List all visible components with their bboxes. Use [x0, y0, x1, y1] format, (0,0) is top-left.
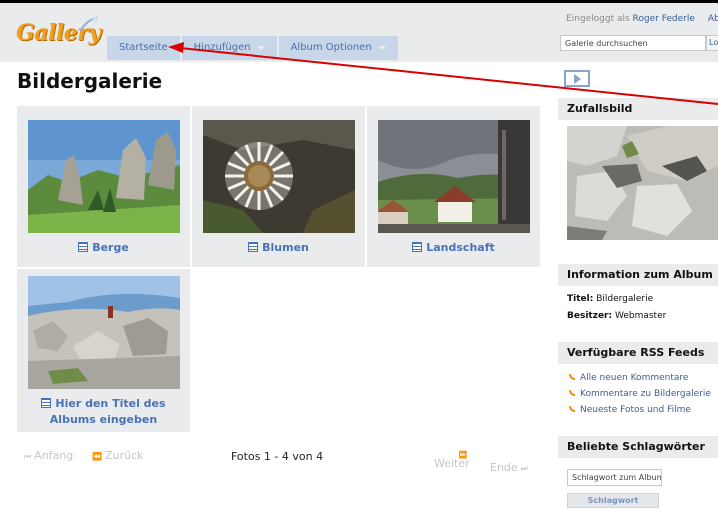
album-icon	[78, 242, 89, 252]
info-owner-label: Besitzer:	[567, 311, 613, 321]
rss-icon	[569, 374, 575, 380]
pager-next: ⏩ Weiter	[434, 451, 470, 470]
album-title-link[interactable]: Hier den Titel des Albums eingeben	[17, 396, 190, 428]
album-thumbnail-image[interactable]	[28, 276, 180, 389]
album-card[interactable]: Hier den Titel des Albums eingeben	[17, 269, 190, 432]
user-link[interactable]: Roger Federle	[633, 14, 695, 24]
sidebar: Zufallsbild Information zum Album Titel:…	[558, 62, 718, 509]
logout-link[interactable]: Abmelden	[708, 14, 718, 24]
album-info-title: Information zum Album	[558, 264, 718, 286]
chevron-down-icon	[256, 46, 265, 50]
album-thumbnail-image[interactable]	[28, 120, 180, 233]
nav-label: Album Optionen	[290, 42, 372, 53]
popular-tags-title: Beliebte Schlagwörter	[558, 436, 718, 458]
rss-icon	[569, 406, 575, 412]
search-button[interactable]: Login	[706, 35, 718, 51]
login-prefix: Eingeloggt als	[566, 14, 630, 24]
nav-hinzufuegen[interactable]: Hinzufügen	[181, 36, 277, 60]
nav-label: Startseite	[119, 42, 168, 53]
album-card[interactable]: Blumen	[192, 106, 365, 267]
rss-icon	[569, 390, 575, 396]
random-image-title: Zufallsbild	[558, 98, 718, 120]
info-title-label: Titel:	[567, 294, 594, 304]
slideshow-icon[interactable]	[564, 70, 590, 87]
rss-link-label: Neueste Fotos und Filme	[580, 405, 691, 415]
album-icon	[41, 398, 52, 408]
pager-last-label: Ende	[490, 461, 518, 474]
login-status: Eingeloggt als Roger Federle Abmelden	[566, 14, 718, 24]
album-title: Berge	[92, 241, 129, 254]
gallery-logo[interactable]: Gallery	[16, 17, 101, 51]
rss-link-label: Alle neuen Kommentare	[580, 373, 689, 383]
album-title: Hier den Titel des Albums eingeben	[49, 397, 166, 426]
pager-prev-label: Zurück	[104, 449, 144, 462]
album-title-link[interactable]: Berge	[17, 240, 190, 256]
album-title: Blumen	[262, 241, 309, 254]
nav-label: Hinzufügen	[193, 42, 251, 53]
rss-link[interactable]: Neueste Fotos und Filme	[569, 405, 691, 415]
add-tag-button[interactable]: Schlagwort hinzufügen	[567, 493, 659, 508]
first-page-icon: ⏮	[24, 452, 32, 461]
tag-input[interactable]	[567, 469, 662, 486]
pager-last: Ende ⏭	[490, 461, 531, 474]
album-info-owner-line: Besitzer: Webmaster	[567, 311, 666, 321]
pager-next-label: Weiter	[434, 457, 470, 470]
album-icon	[248, 242, 259, 252]
album-title: Landschaft	[426, 241, 495, 254]
info-title-value: Bildergalerie	[596, 294, 654, 304]
album-icon	[412, 242, 423, 252]
info-owner-value: Webmaster	[614, 311, 667, 321]
page-title: Bildergalerie	[17, 69, 163, 93]
main-nav: Startseite Hinzufügen Album Optionen	[107, 36, 398, 60]
rss-link-label: Kommentare zu Bildergalerie	[580, 389, 711, 399]
album-thumbnail-image[interactable]	[378, 120, 530, 233]
pager-first-label: Anfang	[34, 449, 74, 462]
last-page-icon: ⏭	[520, 464, 528, 473]
album-thumbnail-image[interactable]	[203, 120, 355, 233]
search-input[interactable]	[560, 35, 706, 51]
album-title-link[interactable]: Blumen	[192, 240, 365, 256]
rss-link[interactable]: Alle neuen Kommentare	[569, 373, 688, 383]
pager-prev: ⏪ Zurück	[92, 449, 143, 462]
header-bar: Gallery Startseite Hinzufügen Album Opti…	[0, 0, 718, 62]
pager-status: Fotos 1 - 4 von 4	[231, 450, 324, 463]
logo-sparkle-icon	[79, 17, 98, 32]
chevron-down-icon	[377, 46, 386, 50]
rss-link[interactable]: Kommentare zu Bildergalerie	[569, 389, 711, 399]
pager-first: ⏮ Anfang	[24, 449, 73, 462]
nav-startseite[interactable]: Startseite	[107, 36, 180, 60]
rss-feeds-title: Verfügbare RSS Feeds	[558, 342, 718, 364]
album-info-title-line: Titel: Bildergalerie	[567, 294, 653, 304]
album-card[interactable]: Landschaft	[367, 106, 540, 267]
prev-page-icon: ⏪	[92, 452, 102, 461]
random-image[interactable]	[567, 126, 718, 240]
album-title-link[interactable]: Landschaft	[367, 240, 540, 256]
nav-album-optionen[interactable]: Album Optionen	[278, 36, 398, 60]
album-card[interactable]: Berge	[17, 106, 190, 267]
